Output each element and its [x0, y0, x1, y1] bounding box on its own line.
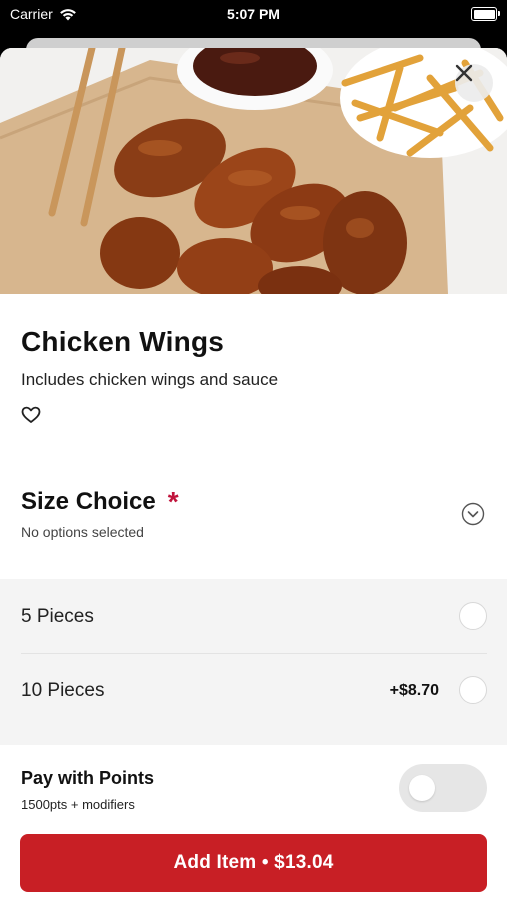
close-icon	[455, 64, 473, 82]
size-choice-status: No options selected	[21, 524, 144, 540]
size-options-list: 5 Pieces 10 Pieces +$8.70	[0, 579, 507, 745]
option-label: 5 Pieces	[21, 606, 94, 627]
battery-icon	[471, 7, 500, 21]
size-option-10-pieces[interactable]: 10 Pieces +$8.70	[0, 653, 507, 727]
required-marker: *	[167, 486, 179, 517]
close-button[interactable]	[455, 64, 493, 102]
option-radio[interactable]	[459, 602, 487, 630]
option-label: 10 Pieces	[21, 680, 105, 701]
item-detail-sheet: Chicken Wings Includes chicken wings and…	[0, 48, 507, 900]
size-choice-title: Size Choice	[21, 488, 156, 515]
points-toggle[interactable]	[399, 764, 487, 812]
pay-with-points: Pay with Points 1500pts + modifiers	[21, 764, 487, 812]
chevron-down-icon[interactable]	[461, 502, 485, 526]
toggle-knob	[409, 775, 435, 801]
option-price: +$8.70	[389, 682, 439, 699]
favorite-heart-icon[interactable]	[21, 406, 41, 424]
size-choice-header[interactable]: Size Choice * No options selected	[21, 488, 487, 540]
option-radio[interactable]	[459, 676, 487, 704]
chicken-wings-photo	[0, 48, 507, 294]
status-time: 5:07 PM	[227, 6, 280, 22]
item-title: Chicken Wings	[21, 326, 225, 357]
status-bar: Carrier 5:07 PM	[0, 0, 507, 30]
item-hero-image	[0, 48, 507, 294]
size-option-5-pieces[interactable]: 5 Pieces	[0, 579, 507, 653]
add-item-button[interactable]: Add Item • $13.04	[20, 834, 487, 892]
item-info: Chicken Wings Includes chicken wings and…	[21, 326, 481, 423]
item-description: Includes chicken wings and sauce	[21, 370, 279, 389]
